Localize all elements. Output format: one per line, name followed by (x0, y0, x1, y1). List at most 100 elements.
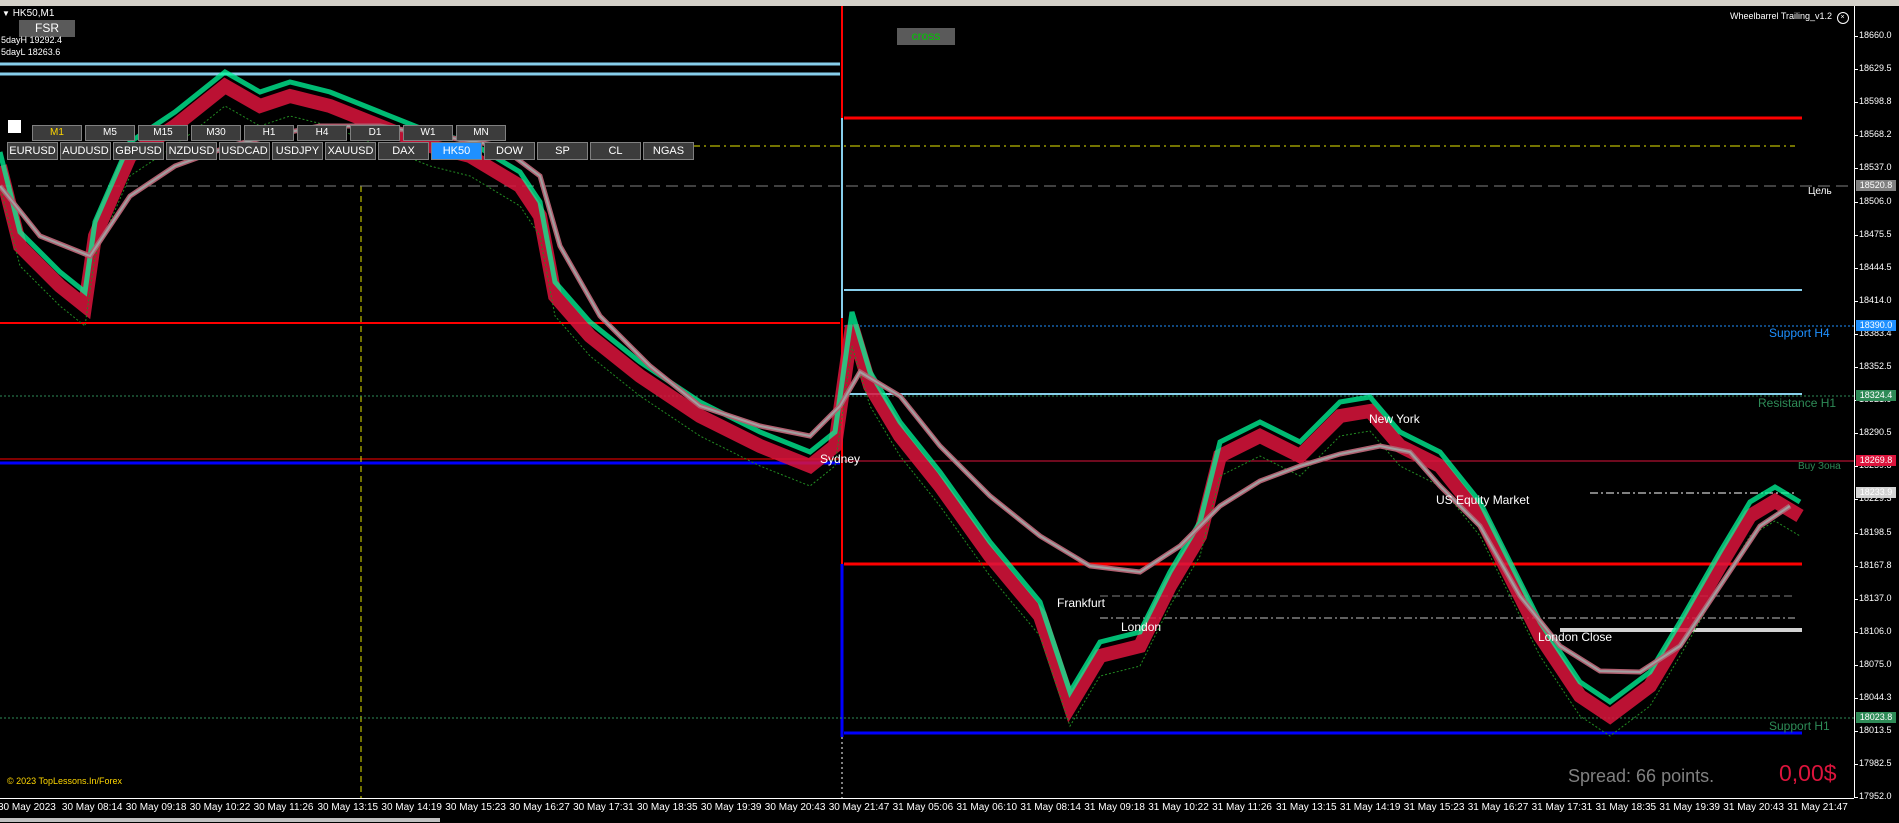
price-tick-label: 18075.0 (1854, 658, 1892, 669)
price-tick-label: 18537.0 (1854, 162, 1892, 173)
time-tick-label: 31 May 19:39 (1659, 802, 1720, 813)
symbol-button-nzdusd[interactable]: NZDUSD (166, 142, 217, 160)
symbol-button-eurusd[interactable]: EURUSD (7, 142, 58, 160)
bear-ribbon (0, 77, 1804, 725)
indicator-title: Wheelbarrel Trailing_v1.2 (1730, 11, 1833, 21)
timeframe-button-m5[interactable]: M5 (85, 125, 135, 141)
price-chart[interactable]: ▼ HK50,M1 FSR 5dayH 19292.4 5dayL 18263.… (0, 6, 1854, 798)
time-tick-label: 30 May 09:18 (125, 802, 187, 813)
time-tick-label: 30 May 18:35 (637, 802, 698, 813)
level-label-support-h1: Support H1 (1769, 719, 1830, 733)
price-axis[interactable]: 18660.0 18629.5 18598.8 18568.2 18537.0 18506… (1854, 6, 1899, 802)
time-tick-label: 30 May 21:47 (828, 802, 890, 813)
price-tick-label: 18013.5 (1854, 725, 1892, 736)
price-tag: 18269.8 (1856, 455, 1896, 466)
symbol-title: ▼ HK50,M1 (2, 8, 54, 19)
day-high-label: 5dayH 19292.4 (1, 35, 63, 45)
price-tick-label: 18044.3 (1854, 692, 1892, 702)
time-tick-label: 31 May 21:47 (1787, 802, 1848, 813)
time-tick-label: 31 May 13:15 (1276, 802, 1337, 813)
symbol-button-xauusd[interactable]: XAUUSD (325, 142, 376, 160)
price-tick-label: 17982.5 (1854, 758, 1892, 769)
time-tick-label: 31 May 10:22 (1148, 802, 1209, 813)
profit-text: 0,00$ (1779, 760, 1837, 786)
price-tick-label: 18198.5 (1854, 526, 1892, 537)
symbol-button-usdjpy[interactable]: USDJPY (272, 142, 323, 160)
spread-text: Spread: 66 points. (1568, 766, 1715, 786)
level-label-resistance-h1: Resistance H1 (1758, 396, 1837, 410)
time-tick-label: 30 May 17:31 (573, 802, 634, 813)
symbol-button-sp[interactable]: SP (537, 142, 588, 160)
symbol-name: HK50,M1 (12, 8, 55, 19)
chevron-down-icon[interactable]: ▼ (2, 9, 10, 18)
time-tick-label: 30 May 11:26 (253, 802, 314, 813)
price-tag: 18390.0 (1856, 320, 1896, 331)
timeframe-button-h4[interactable]: H4 (297, 125, 347, 141)
time-tick-label: 31 May 15:23 (1403, 802, 1465, 813)
price-tag: 18023.8 (1856, 712, 1896, 723)
price-tick-label: 18414.0 (1854, 294, 1892, 305)
symbol-button-audusd[interactable]: AUDUSD (60, 142, 111, 160)
time-tick-label: 30 May 19:39 (700, 802, 762, 813)
horizontal-scrollbar[interactable] (0, 818, 440, 822)
level-label-buy-zone: Buy Зона (1798, 461, 1841, 472)
level-label-support-h4: Support H4 (1769, 326, 1830, 340)
price-tick-label: 18660.0 (1854, 30, 1892, 40)
time-tick-label: 31 May 05:06 (892, 802, 954, 813)
session-label-sydney: Sydney (820, 452, 861, 466)
session-label-new-york: New York (1369, 412, 1420, 426)
time-tick-label: 31 May 11:26 (1212, 802, 1272, 813)
level-label-target: Цель (1808, 186, 1832, 197)
price-tick-label: 18352.5 (1854, 361, 1892, 371)
day-low-label: 5dayL 18263.6 (1, 47, 61, 57)
symbol-button-hk50[interactable]: HK50 (431, 142, 482, 160)
timeframe-button-w1[interactable]: W1 (403, 125, 453, 141)
price-tick-label: 18444.5 (1854, 261, 1892, 272)
symbol-button-usdcad[interactable]: USDCAD (219, 142, 270, 160)
time-tick-label: 30 May 20:43 (764, 802, 826, 813)
timeframe-button-m30[interactable]: M30 (191, 125, 241, 141)
time-tick-label: 30 May 2023 (0, 802, 56, 813)
time-tick-label: 30 May 13:15 (317, 802, 379, 813)
symbol-button-gbpusd[interactable]: GBPUSD (113, 142, 164, 160)
session-label-london: London (1121, 620, 1162, 634)
price-tag: 18324.4 (1856, 390, 1896, 401)
price-tick-label: 18167.8 (1854, 559, 1892, 570)
price-tick-label: 18290.5 (1854, 427, 1892, 438)
price-tick-label: 18568.2 (1854, 129, 1892, 140)
timeframe-button-mn[interactable]: MN (456, 125, 506, 141)
symbol-button-dow[interactable]: DOW (484, 142, 535, 160)
time-tick-label: 31 May 20:43 (1723, 802, 1784, 813)
time-tick-label: 31 May 06:10 (956, 802, 1018, 813)
price-tick-label: 18629.5 (1854, 63, 1892, 74)
price-tick-label: 18137.0 (1854, 592, 1892, 603)
symbol-button-cl[interactable]: CL (590, 142, 641, 160)
copyright-text: © 2023 TopLessons.In/Forex (7, 776, 123, 786)
cross-button[interactable]: cross (897, 28, 955, 45)
checkbox[interactable] (8, 120, 21, 133)
price-tick-label: 18506.0 (1854, 195, 1892, 206)
price-tick-label: 17952.0 (1854, 791, 1892, 802)
time-tick-label: 30 May 08:14 (61, 802, 123, 813)
timeframe-button-m1[interactable]: M1 (32, 125, 82, 141)
time-tick-label: 30 May 10:22 (189, 802, 251, 813)
time-tick-label: 31 May 14:19 (1339, 802, 1401, 813)
timeframe-button-h1[interactable]: H1 (244, 125, 294, 141)
time-tick-label: 30 May 14:19 (381, 802, 442, 813)
session-label-london-close: London Close (1538, 630, 1613, 644)
price-tag: 18233.9 (1856, 487, 1896, 498)
time-tick-label: 31 May 17:31 (1531, 802, 1593, 813)
close-circle-icon[interactable]: × (1836, 12, 1849, 24)
timeframe-button-m15[interactable]: M15 (138, 125, 188, 141)
price-tag: 18520.8 (1856, 180, 1896, 191)
symbol-button-ngas[interactable]: NGAS (643, 142, 694, 160)
price-tick-label: 18475.5 (1854, 228, 1892, 239)
symbol-button-dax[interactable]: DAX (378, 142, 429, 160)
timeframe-button-d1[interactable]: D1 (350, 125, 400, 141)
session-label-us-equity: US Equity Market (1436, 493, 1530, 507)
price-tick-label: 18598.8 (1854, 96, 1892, 107)
time-tick-label: 31 May 09:18 (1084, 802, 1145, 813)
indicator-name: Wheelbarrel Trailing_v1.2 × (1730, 11, 1849, 24)
session-label-frankfurt: Frankfurt (1057, 596, 1106, 610)
time-tick-label: 31 May 18:35 (1595, 802, 1657, 813)
